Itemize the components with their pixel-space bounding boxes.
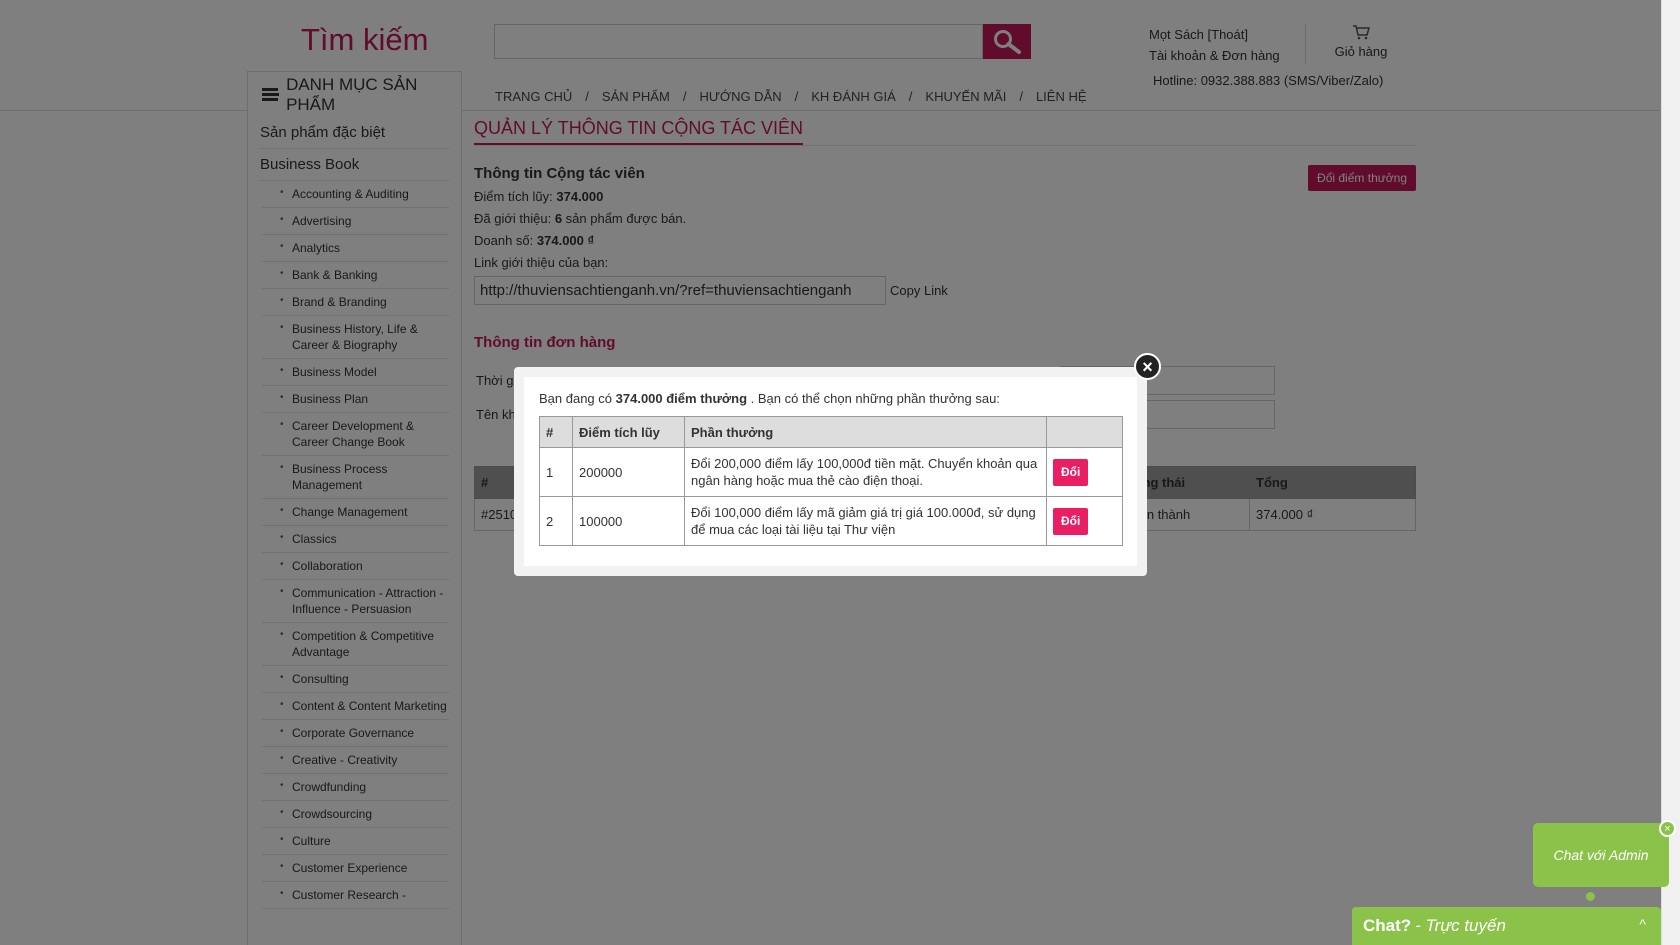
modal-close-button[interactable]: × <box>1134 353 1161 380</box>
chat-bubble-close-button[interactable]: × <box>1659 820 1676 837</box>
modal-intro: Bạn đang có 374.000 điểm thưởng . Bạn có… <box>539 391 1122 406</box>
reward-description: Đổi 100,000 điểm lấy mã giảm giá trị giá… <box>684 496 1047 546</box>
reward-col-points: Điểm tích lũy <box>572 416 685 448</box>
chat-bubble-tail <box>1586 892 1595 901</box>
table-row: 2 100000 Đổi 100,000 điểm lấy mã giảm gi… <box>539 496 1123 546</box>
modal-intro-suffix: . Bạn có thể chọn những phần thưởng sau: <box>750 391 1000 406</box>
page-scrollbar[interactable] <box>1661 0 1680 945</box>
table-row: 1 200000 Đổi 200,000 điểm lấy 100,000đ t… <box>539 447 1123 497</box>
chevron-up-icon[interactable]: ^ <box>1639 916 1646 932</box>
reward-modal: Bạn đang có 374.000 điểm thưởng . Bạn có… <box>514 367 1147 576</box>
reward-action-cell: Đổi <box>1046 496 1123 546</box>
close-icon: × <box>1142 356 1153 377</box>
reward-header-row: # Điểm tích lũy Phần thưởng <box>539 416 1123 448</box>
chat-bar-label: Chat? <box>1363 916 1412 935</box>
chat-admin-bubble[interactable]: Chat với Admin <box>1533 823 1669 887</box>
reward-points: 100000 <box>572 496 685 546</box>
modal-intro-points: 374.000 điểm thưởng <box>615 391 748 406</box>
reward-index: 2 <box>539 496 573 546</box>
reward-col-action <box>1046 416 1123 448</box>
reward-col-index: # <box>539 416 573 448</box>
redeem-button[interactable]: Đổi <box>1053 507 1089 535</box>
reward-index: 1 <box>539 447 573 497</box>
redeem-button[interactable]: Đổi <box>1053 458 1089 486</box>
modal-intro-prefix: Bạn đang có <box>539 391 613 406</box>
reward-points: 200000 <box>572 447 685 497</box>
reward-table: # Điểm tích lũy Phần thưởng 1 200000 Đổi… <box>539 416 1123 546</box>
reward-action-cell: Đổi <box>1046 447 1123 497</box>
chat-bar[interactable]: Chat? - Trực tuyến ^ <box>1352 907 1661 945</box>
reward-description: Đổi 200,000 điểm lấy 100,000đ tiền mặt. … <box>684 447 1047 497</box>
reward-col-reward: Phần thưởng <box>684 416 1047 448</box>
close-icon: × <box>1664 822 1671 835</box>
chat-bar-status: - Trực tuyến <box>1415 916 1506 935</box>
